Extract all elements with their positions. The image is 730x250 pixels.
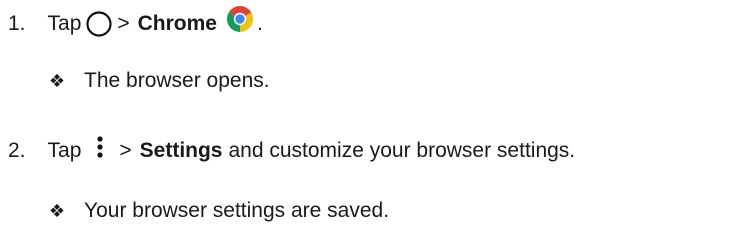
home-circle-icon [86,11,112,37]
step-result: The browser opens. [84,69,270,92]
step-2-result: ❖ Your browser settings are saved. [0,197,389,225]
step-2: 2. Tap > Settings and customize your bro… [0,132,575,170]
step-suffix: . [257,12,263,35]
chrome-icon [223,2,257,36]
step-1-result: ❖ The browser opens. [0,67,270,95]
step-prefix: Tap [47,12,82,35]
result-bullet-icon: ❖ [48,200,66,222]
step-separator: > [119,139,132,162]
step-number: 2. [8,139,26,162]
step-target: Chrome [137,12,217,35]
step-suffix: and customize your browser settings. [228,139,576,162]
step-result: Your browser settings are saved. [84,199,390,222]
step-number: 1. [8,12,26,35]
step-target: Settings [139,139,223,162]
more-vert-icon [95,134,105,164]
step-1: 1. Tap > Chrome . [0,3,263,45]
step-separator: > [117,12,130,35]
result-bullet-icon: ❖ [48,70,66,92]
step-prefix: Tap [47,139,82,162]
